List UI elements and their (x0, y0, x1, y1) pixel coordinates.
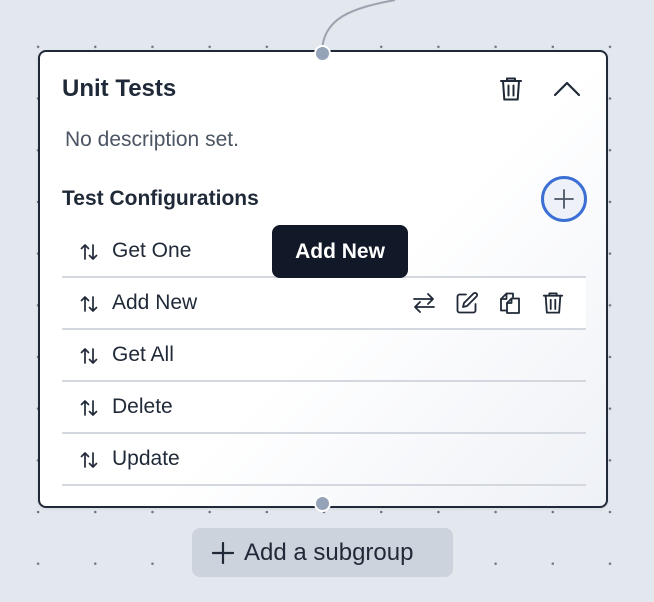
swap-icon (413, 293, 435, 313)
chevron-up-icon (553, 81, 581, 97)
copy-icon (500, 292, 520, 314)
sort-arrows-icon (80, 348, 98, 364)
sort-arrows-icon (80, 296, 98, 312)
delete-configuration-button[interactable] (540, 290, 566, 316)
sort-arrows-icon (80, 452, 98, 468)
edit-icon (456, 292, 478, 314)
section-title: Test Configurations (62, 187, 259, 210)
delete-group-button[interactable] (496, 74, 526, 104)
configuration-label: Get All (112, 343, 174, 366)
configuration-label: Update (112, 447, 180, 470)
configuration-label: Get One (112, 239, 192, 262)
plus-icon (554, 189, 574, 209)
configuration-row[interactable]: Update (62, 434, 586, 486)
group-card: Unit Tests No description set. Test Conf… (38, 50, 608, 508)
trash-icon (500, 77, 522, 101)
trash-icon (542, 292, 564, 314)
swap-button[interactable] (411, 290, 437, 316)
row-actions (411, 290, 566, 316)
sort-arrows-icon (80, 244, 98, 260)
configuration-label: Add New (112, 291, 198, 314)
add-configuration-button[interactable] (541, 176, 587, 222)
configuration-row[interactable]: Get All (62, 330, 586, 382)
collapse-button[interactable] (552, 74, 582, 104)
top-connection-handle[interactable] (313, 45, 331, 62)
group-description: No description set. (65, 128, 239, 151)
sort-arrows-icon (80, 400, 98, 416)
group-title: Unit Tests (62, 75, 177, 102)
plus-icon (212, 541, 234, 564)
edit-button[interactable] (454, 290, 480, 316)
tooltip: Add New (272, 225, 408, 278)
add-subgroup-button[interactable]: Add a subgroup (192, 528, 453, 577)
bottom-connection-handle[interactable] (313, 495, 331, 512)
add-subgroup-label: Add a subgroup (244, 538, 414, 566)
configuration-label: Delete (112, 395, 173, 418)
copy-button[interactable] (497, 290, 523, 316)
configuration-row[interactable]: Delete (62, 382, 586, 434)
configuration-row-hovered[interactable]: Add New (62, 278, 586, 330)
